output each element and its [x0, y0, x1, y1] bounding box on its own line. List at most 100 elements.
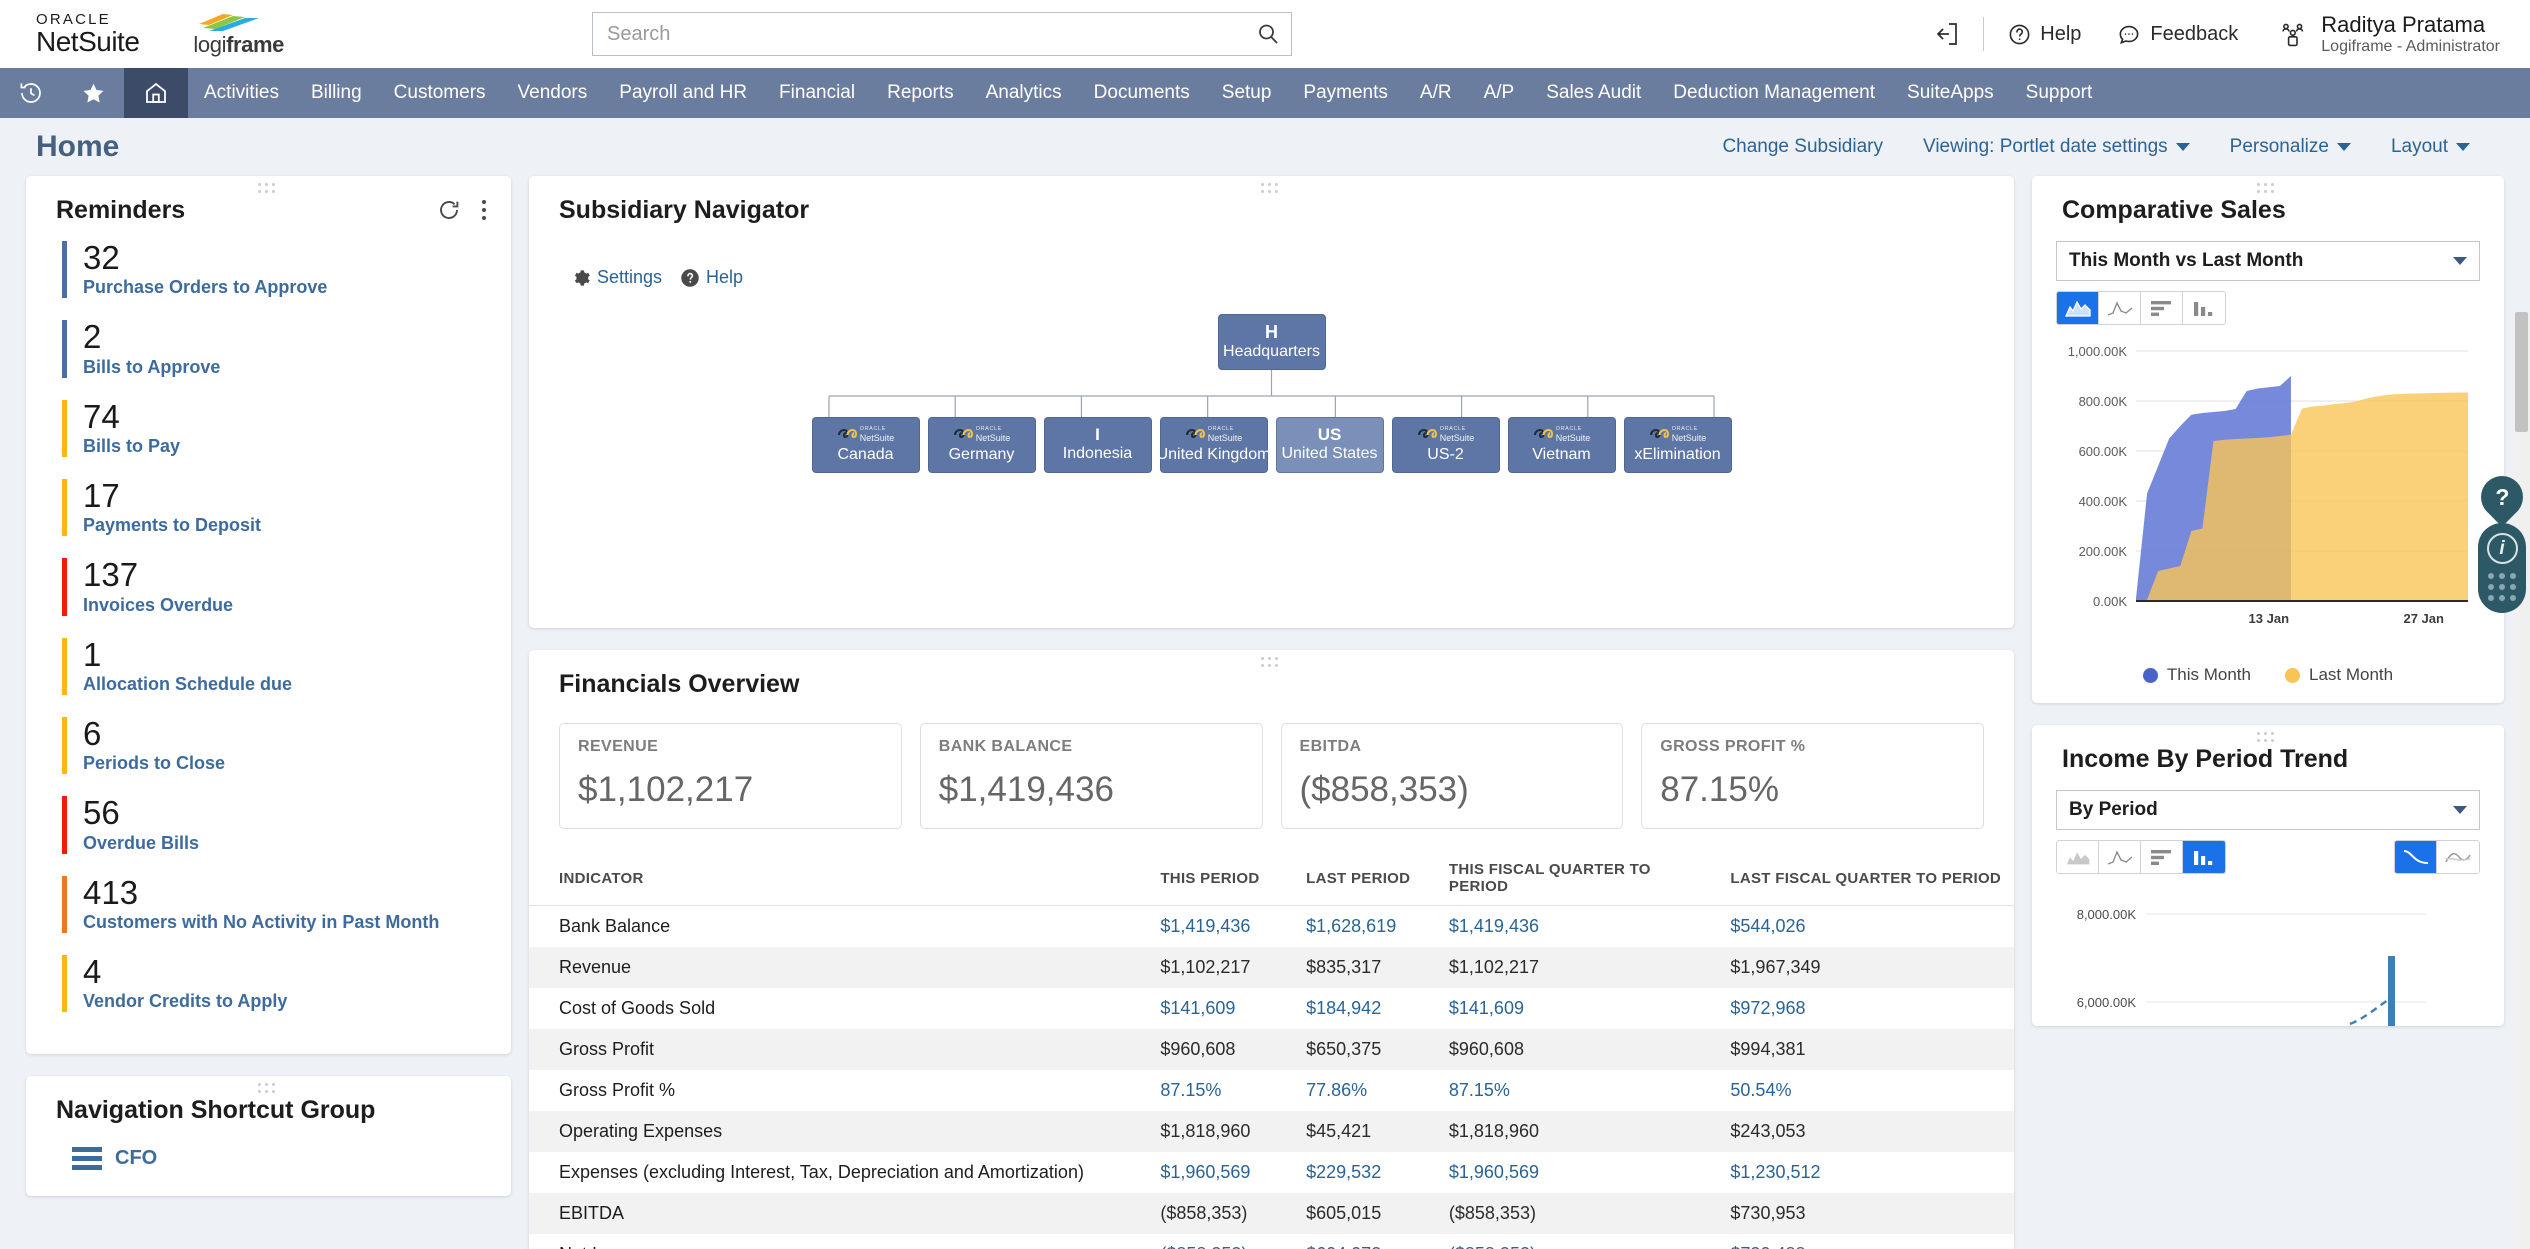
nav-item-deduction-management[interactable]: Deduction Management [1657, 68, 1891, 118]
home-icon[interactable] [124, 68, 188, 118]
nav-item-suiteapps[interactable]: SuiteApps [1891, 68, 2010, 118]
global-search[interactable] [592, 12, 1292, 56]
reminder-label[interactable]: Customers with No Activity in Past Month [83, 912, 511, 933]
reminder-item[interactable]: 137Invoices Overdue [62, 558, 511, 615]
search-icon[interactable] [1245, 13, 1291, 55]
kpi-card[interactable]: REVENUE$1,102,217 [559, 723, 902, 829]
oracle-netsuite-logo[interactable]: ORACLE NetSuite [36, 12, 139, 56]
nav-item-vendors[interactable]: Vendors [502, 68, 604, 118]
nav-item-analytics[interactable]: Analytics [970, 68, 1078, 118]
row-value[interactable]: 87.15% [1441, 1070, 1723, 1111]
row-value[interactable]: $1,628,619 [1298, 906, 1441, 948]
reminder-item[interactable]: 6Periods to Close [62, 717, 511, 774]
row-value[interactable]: $184,942 [1298, 988, 1441, 1029]
help-pin-icon[interactable]: ? [2472, 467, 2530, 526]
reminder-label[interactable]: Allocation Schedule due [83, 674, 511, 695]
reminder-label[interactable]: Bills to Pay [83, 436, 511, 457]
drag-handle-icon[interactable] [2257, 732, 2279, 742]
subsidiary-node-united-states[interactable]: USUnited States [1276, 417, 1384, 473]
shortcuts-star-icon[interactable] [62, 68, 124, 118]
reminder-item[interactable]: 74Bills to Pay [62, 400, 511, 457]
feedback-button[interactable]: Feedback [2099, 14, 2256, 54]
row-value[interactable]: 50.54% [1722, 1070, 2014, 1111]
row-value[interactable]: $1,960,569 [1441, 1152, 1723, 1193]
row-value[interactable]: ($858,353) [1152, 1234, 1298, 1249]
subsidiary-settings-link[interactable]: Settings [571, 267, 662, 288]
user-menu[interactable]: Raditya Pratama Logiframe - Administrato… [2278, 12, 2500, 57]
reminder-item[interactable]: 1Allocation Schedule due [62, 638, 511, 695]
info-circle-icon[interactable]: i [2487, 533, 2518, 564]
subsidiary-node-canada[interactable]: ORACLENetSuiteCanada [812, 417, 920, 473]
row-value[interactable]: $604,073 [1298, 1234, 1441, 1249]
viewing-dropdown[interactable]: Viewing: Portlet date settings [1903, 136, 2210, 158]
subsidiary-node-us-2[interactable]: ORACLENetSuiteUS-2 [1392, 417, 1500, 473]
reminder-label[interactable]: Bills to Approve [83, 357, 511, 378]
change-subsidiary-link[interactable]: Change Subsidiary [1702, 136, 1903, 158]
row-value[interactable]: ($858,353) [1441, 1234, 1723, 1249]
layout-dropdown[interactable]: Layout [2371, 136, 2490, 158]
horizontal-bar-chart-icon[interactable] [2141, 292, 2183, 324]
reminder-label[interactable]: Invoices Overdue [83, 595, 511, 616]
drag-handle-icon[interactable] [2257, 183, 2279, 193]
row-value[interactable]: 77.86% [1298, 1070, 1441, 1111]
reminder-label[interactable]: Purchase Orders to Approve [83, 277, 511, 298]
nav-item-sales-audit[interactable]: Sales Audit [1530, 68, 1657, 118]
legend-item-this-month[interactable]: This Month [2143, 665, 2251, 685]
subsidiary-node-xelimination[interactable]: ORACLENetSuitexElimination [1624, 417, 1732, 473]
row-value[interactable]: 87.15% [1152, 1070, 1298, 1111]
income-trend-range-select[interactable]: By Period [2056, 790, 2480, 830]
column-chart-icon[interactable] [2183, 841, 2225, 873]
reminder-item[interactable]: 17Payments to Deposit [62, 479, 511, 536]
sign-in-button[interactable] [1917, 14, 1977, 54]
recent-records-icon[interactable] [0, 68, 62, 118]
nav-item-ap[interactable]: A/P [1468, 68, 1531, 118]
drag-handle-icon[interactable] [258, 1083, 280, 1093]
reminder-item[interactable]: 56Overdue Bills [62, 796, 511, 853]
subsidiary-node-germany[interactable]: ORACLENetSuiteGermany [928, 417, 1036, 473]
help-panel[interactable]: i [2478, 523, 2526, 613]
drag-handle-icon[interactable] [1261, 657, 1283, 667]
reminder-label[interactable]: Vendor Credits to Apply [83, 991, 511, 1012]
reminder-item[interactable]: 4Vendor Credits to Apply [62, 955, 511, 1012]
nav-item-reports[interactable]: Reports [871, 68, 970, 118]
nav-item-payments[interactable]: Payments [1287, 68, 1403, 118]
row-value[interactable]: $141,609 [1152, 988, 1298, 1029]
page-scrollbar[interactable] [2513, 312, 2530, 1249]
subsidiary-node-vietnam[interactable]: ORACLENetSuiteVietnam [1508, 417, 1616, 473]
drag-handle-icon[interactable] [1261, 183, 1283, 193]
kebab-menu-icon[interactable] [481, 198, 487, 222]
line-chart-icon[interactable] [2099, 292, 2141, 324]
row-value[interactable]: $1,419,436 [1441, 906, 1723, 948]
row-value[interactable]: $229,532 [1298, 1152, 1441, 1193]
reminder-item[interactable]: 32Purchase Orders to Approve [62, 241, 511, 298]
subsidiary-node-indonesia[interactable]: IIndonesia [1044, 417, 1152, 473]
row-value[interactable]: $544,026 [1722, 906, 2014, 948]
kpi-card[interactable]: EBITDA($858,353) [1281, 723, 1624, 829]
comparative-sales-range-select[interactable]: This Month vs Last Month [2056, 241, 2480, 281]
subsidiary-node-headquarters[interactable]: H Headquarters [1218, 314, 1326, 370]
reminder-label[interactable]: Overdue Bills [83, 833, 511, 854]
nav-item-financial[interactable]: Financial [763, 68, 871, 118]
column-chart-icon[interactable] [2183, 292, 2225, 324]
reminder-label[interactable]: Payments to Deposit [83, 515, 511, 536]
nav-item-setup[interactable]: Setup [1206, 68, 1288, 118]
reminder-item[interactable]: 413Customers with No Activity in Past Mo… [62, 876, 511, 933]
row-value[interactable]: $730,488 [1722, 1234, 2014, 1249]
area-chart-icon[interactable] [2057, 292, 2099, 324]
nav-item-ar[interactable]: A/R [1404, 68, 1468, 118]
row-value[interactable]: $972,968 [1722, 988, 2014, 1029]
personalize-dropdown[interactable]: Personalize [2210, 136, 2371, 158]
subsidiary-node-united-kingdom[interactable]: ORACLENetSuiteUnited Kingdom [1160, 417, 1268, 473]
kpi-card[interactable]: BANK BALANCE$1,419,436 [920, 723, 1263, 829]
search-input[interactable] [593, 13, 1245, 55]
area-chart-icon[interactable] [2057, 841, 2099, 873]
horizontal-bar-chart-icon[interactable] [2141, 841, 2183, 873]
nav-item-support[interactable]: Support [2010, 68, 2109, 118]
nav-item-activities[interactable]: Activities [188, 68, 295, 118]
smooth-curve-icon[interactable] [2395, 841, 2437, 873]
nav-item-customers[interactable]: Customers [378, 68, 502, 118]
nav-item-billing[interactable]: Billing [295, 68, 378, 118]
refresh-icon[interactable] [437, 198, 461, 222]
row-value[interactable]: $141,609 [1441, 988, 1723, 1029]
nav-item-documents[interactable]: Documents [1078, 68, 1206, 118]
